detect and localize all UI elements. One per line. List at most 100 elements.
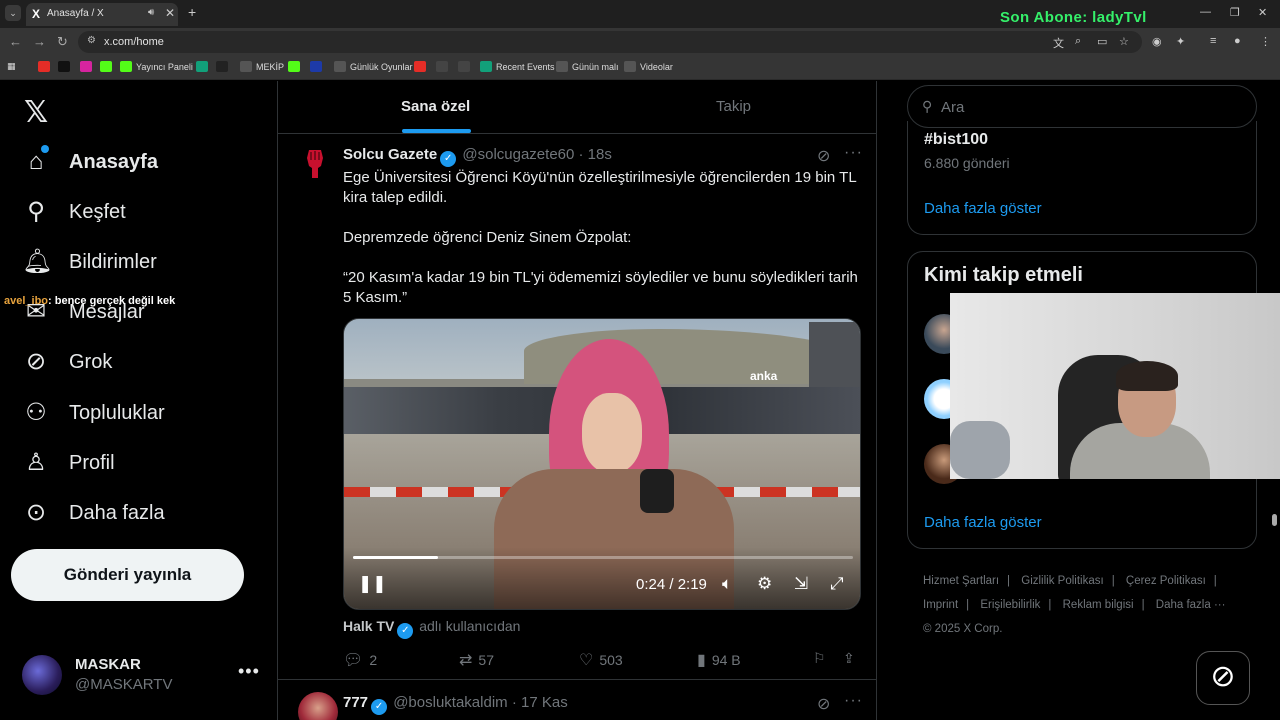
show-more-link[interactable]: Daha fazla göster bbox=[924, 514, 1042, 531]
views-button[interactable]: ▮ 94 B bbox=[697, 650, 741, 670]
bookmark-star-icon[interactable]: ☆ bbox=[1119, 35, 1129, 48]
footer-link-privacy[interactable]: Gizlilik Politikası bbox=[1021, 575, 1103, 587]
bookmark-item[interactable] bbox=[100, 61, 116, 72]
bookmark-item[interactable]: MEKİP bbox=[240, 61, 284, 72]
bookmark-item[interactable] bbox=[436, 61, 452, 72]
source-suffix: adlı kullanıcıdan bbox=[419, 618, 521, 634]
like-button[interactable]: ♡ 503 bbox=[579, 650, 623, 670]
post-button[interactable]: Gönderi yayınla bbox=[11, 549, 244, 601]
tweet-author-handle[interactable]: @solcugazete60 bbox=[462, 146, 574, 163]
bookmarks-bar: ▦ Yayıncı Paneli MEKİP Günlük Oyunlar Recen… bbox=[0, 56, 1280, 80]
speaker-icon[interactable]: 🔊︎ bbox=[148, 7, 154, 18]
bookmark-item[interactable] bbox=[216, 61, 232, 72]
video-controls: ❚❚ 0:24 / 2:19 🔈︎ ⚙ ⇲ ⤢ bbox=[344, 547, 860, 609]
volume-icon[interactable]: 🔈︎ bbox=[722, 574, 732, 594]
bookmark-favicon-icon bbox=[414, 61, 426, 72]
browser-tab[interactable]: X Anasayfa / X 🔊︎ ✕ bbox=[26, 3, 178, 26]
account-switcher[interactable]: MASKAR @MASKARTV ••• bbox=[22, 653, 262, 697]
new-tab-icon[interactable]: + bbox=[188, 4, 196, 20]
bookmark-item[interactable] bbox=[58, 61, 74, 72]
more-dots-icon: ••• bbox=[238, 661, 260, 681]
footer-link-terms[interactable]: Hizmet Şartları bbox=[923, 575, 999, 587]
pause-icon[interactable]: ❚❚ bbox=[358, 574, 387, 594]
zoom-icon[interactable]: ⌕ bbox=[1075, 35, 1081, 48]
footer-link-accessibility[interactable]: Erişilebilirlik bbox=[980, 599, 1040, 611]
grok-icon[interactable]: ⊘ bbox=[817, 146, 830, 166]
bookmark-icon[interactable]: ⚐ bbox=[813, 650, 826, 667]
footer-link-ads[interactable]: Reklam bilgisi bbox=[1063, 599, 1134, 611]
site-info-icon[interactable]: ⚙ bbox=[87, 35, 96, 46]
url-bar[interactable]: ⚙ x.com/home 文 ⌕ ▭ ☆ bbox=[78, 31, 1142, 53]
puzzle-icon[interactable]: ✦ bbox=[1176, 35, 1185, 48]
bookmark-item[interactable]: Yayıncı Paneli bbox=[120, 61, 193, 72]
browser-menu-icon[interactable]: ⋮ bbox=[1260, 35, 1271, 48]
search-box[interactable]: ⚲ bbox=[907, 85, 1257, 128]
verified-badge-icon: ✓ bbox=[397, 623, 414, 639]
tweet-author-name[interactable]: Solcu Gazete bbox=[343, 146, 437, 163]
bookmark-item[interactable]: Recent Events bbox=[480, 61, 555, 72]
bookmark-item[interactable] bbox=[288, 61, 304, 72]
bookmark-item[interactable] bbox=[310, 61, 326, 72]
bookmark-item[interactable]: Günlük Oyunlar bbox=[334, 61, 413, 72]
picture-in-picture-icon[interactable]: ⇲ bbox=[794, 574, 808, 594]
bookmark-item[interactable]: Videolar bbox=[624, 61, 673, 72]
copyright: © 2025 X Corp. bbox=[923, 623, 1003, 635]
bookmark-item[interactable] bbox=[80, 61, 96, 72]
extension-icon[interactable]: ◉ bbox=[1152, 35, 1162, 48]
fullscreen-icon[interactable]: ⤢ bbox=[830, 574, 844, 594]
minimize-icon[interactable]: — bbox=[1200, 6, 1211, 18]
chat-username: avel_ibo bbox=[4, 295, 49, 307]
close-window-icon[interactable]: ✕ bbox=[1258, 6, 1267, 19]
reply-button[interactable]: 💬︎ 2 bbox=[343, 650, 377, 670]
search-input[interactable] bbox=[941, 96, 1241, 118]
footer-link-imprint[interactable]: Imprint bbox=[923, 599, 958, 611]
close-tab-icon[interactable]: ✕ bbox=[165, 6, 175, 20]
back-icon[interactable]: ← bbox=[9, 34, 22, 49]
forward-icon[interactable]: → bbox=[33, 34, 46, 49]
grok-floating-button[interactable]: ⊘ bbox=[1196, 651, 1250, 705]
reload-icon[interactable]: ↻ bbox=[57, 34, 68, 50]
settings-gear-icon[interactable]: ⚙ bbox=[757, 574, 772, 594]
apps-icon[interactable]: ▦ bbox=[7, 61, 16, 72]
bookmark-item[interactable] bbox=[196, 61, 212, 72]
tab-for-you[interactable]: Sana özel bbox=[401, 98, 470, 115]
tweet-time[interactable]: · 17 Kas bbox=[512, 694, 568, 711]
footer-separator: | bbox=[1213, 575, 1217, 587]
footer-separator: | bbox=[1111, 575, 1115, 587]
tab-following[interactable]: Takip bbox=[716, 98, 751, 115]
tweet[interactable]: 777 ✓ @bosluktakaldim · 17 Kas ⊘ ··· bbox=[278, 681, 876, 720]
more-circle-icon: ⊙ bbox=[25, 499, 47, 526]
solcu-gazete-avatar[interactable] bbox=[300, 146, 330, 180]
trend-hashtag[interactable]: #bist100 bbox=[924, 131, 988, 149]
bookmark-item[interactable] bbox=[414, 61, 430, 72]
more-dots-icon[interactable]: ··· bbox=[844, 692, 863, 710]
bookmark-item[interactable] bbox=[458, 61, 474, 72]
footer-link-cookies[interactable]: Çerez Politikası bbox=[1126, 575, 1206, 587]
repost-button[interactable]: ⇄ 57 bbox=[459, 650, 494, 670]
source-name[interactable]: Halk TV bbox=[343, 618, 394, 634]
grok-icon[interactable]: ⊘ bbox=[817, 694, 830, 714]
show-more-link[interactable]: Daha fazla göster bbox=[924, 200, 1042, 217]
footer-link-more[interactable]: Daha fazla ··· bbox=[1156, 599, 1226, 611]
tweet-time[interactable]: · 18s bbox=[579, 146, 612, 163]
tweet-author-handle[interactable]: @bosluktakaldim bbox=[393, 694, 507, 711]
share-icon[interactable]: ⇪ bbox=[843, 650, 855, 667]
browser-tab-bar: ⌄ X Anasayfa / X 🔊︎ ✕ + Son Abone: ladyT… bbox=[0, 0, 1280, 28]
translate-icon[interactable]: 文 bbox=[1053, 35, 1064, 51]
scrollbar[interactable] bbox=[1272, 514, 1277, 526]
video-player[interactable]: anka ❚❚ 0:24 / 2:19 🔈︎ ⚙ ⇲ ⤢ bbox=[343, 318, 861, 610]
reading-list-icon[interactable]: ≡ bbox=[1210, 35, 1216, 47]
tweet[interactable]: Solcu Gazete ✓ @solcugazete60 · 18s ⊘ ···… bbox=[278, 134, 876, 680]
restore-icon[interactable]: ❐ bbox=[1230, 6, 1240, 19]
x-logo-icon[interactable]: 𝕏 bbox=[24, 95, 48, 130]
tab-list-dropdown-icon[interactable]: ⌄ bbox=[5, 5, 21, 21]
profile-avatar-icon[interactable]: ● bbox=[1234, 35, 1241, 47]
video-progress-track[interactable] bbox=[353, 556, 853, 559]
cast-icon[interactable]: ▭ bbox=[1097, 35, 1107, 48]
bookmark-item[interactable]: Günün malı bbox=[556, 61, 619, 72]
bookmark-item[interactable] bbox=[38, 61, 54, 72]
avatar[interactable] bbox=[298, 692, 338, 720]
tweet-author-name[interactable]: 777 bbox=[343, 694, 368, 711]
more-dots-icon[interactable]: ··· bbox=[844, 144, 863, 162]
nav-label: Topluluklar bbox=[69, 402, 165, 424]
